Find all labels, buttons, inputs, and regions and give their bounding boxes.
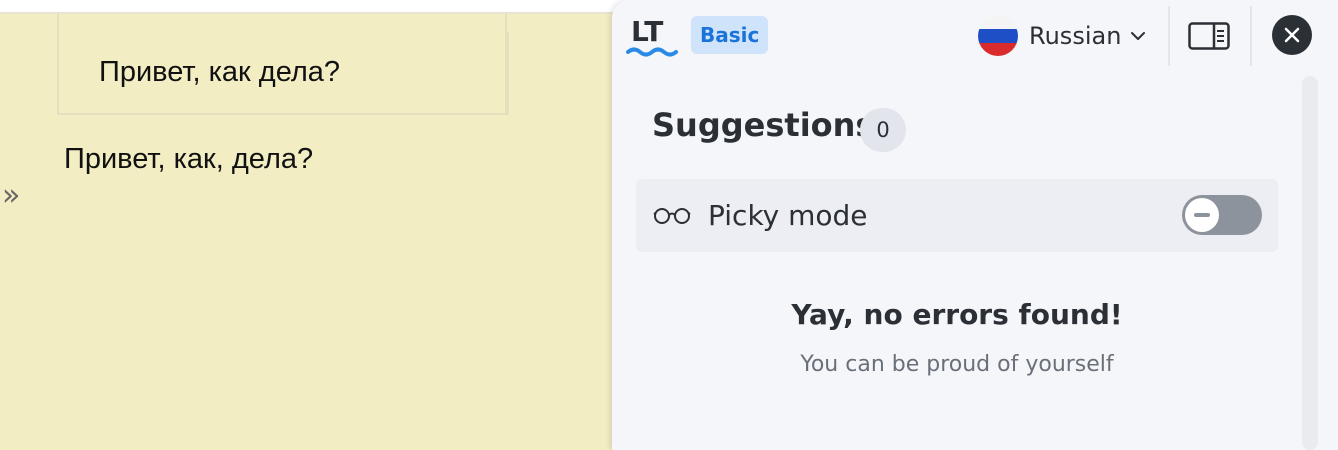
picky-mode-row[interactable]: Picky mode	[636, 179, 1278, 252]
suggestions-count-badge: 0	[860, 108, 906, 152]
expand-chevron-icon[interactable]: »	[2, 181, 20, 211]
plan-badge: Basic	[691, 16, 769, 54]
picky-mode-toggle[interactable]	[1182, 195, 1262, 235]
header-divider	[1250, 6, 1252, 66]
language-label: Russian	[1029, 22, 1122, 50]
language-selector[interactable]: Russian	[978, 14, 1147, 58]
picky-mode-label: Picky mode	[708, 199, 868, 232]
chevron-down-icon	[1131, 32, 1146, 40]
languagetool-logo-icon: LT	[626, 15, 678, 57]
glasses-icon	[653, 208, 691, 224]
table-cell-text[interactable]: Привет, как дела?	[99, 56, 340, 89]
table-column-divider	[507, 32, 509, 115]
editor-text[interactable]: Привет, как, дела?	[64, 143, 313, 176]
minus-icon	[1194, 213, 1210, 217]
close-button[interactable]	[1272, 15, 1312, 55]
panel-scrollbar[interactable]	[1302, 76, 1318, 450]
languagetool-panel: LT Basic Russian Suggestions 0 Picky mod…	[612, 0, 1338, 450]
header-divider	[1168, 6, 1170, 66]
close-icon	[1284, 27, 1300, 43]
svg-text:LT: LT	[631, 15, 663, 48]
russia-flag-icon	[978, 16, 1018, 56]
sidebar-toggle-icon[interactable]	[1188, 22, 1230, 50]
panel-header: LT Basic Russian	[612, 0, 1338, 72]
toggle-knob	[1185, 198, 1219, 232]
suggestions-title: Suggestions	[652, 106, 875, 144]
empty-state-title: Yay, no errors found!	[791, 298, 1123, 331]
empty-state-subtitle: You can be proud of yourself	[800, 352, 1114, 377]
